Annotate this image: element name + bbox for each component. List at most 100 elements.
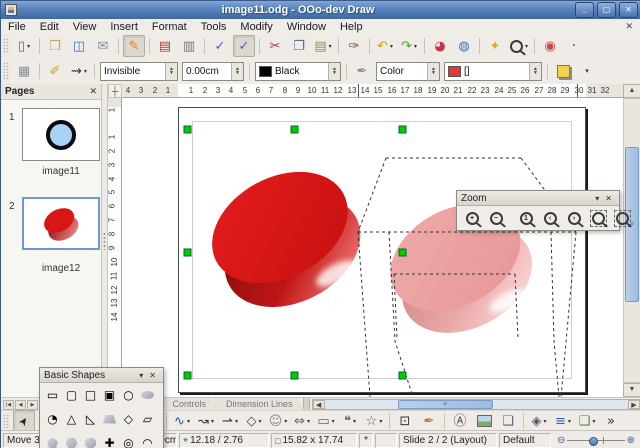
points-button[interactable]: ⊡: [394, 410, 416, 432]
minimize-button[interactable]: _: [575, 2, 594, 18]
status-style-field[interactable]: Default: [499, 433, 551, 448]
undo-button[interactable]: ↶▾: [374, 35, 396, 57]
drawbar-overflow-button[interactable]: »: [600, 410, 622, 432]
horizontal-scrollbar[interactable]: ◀ ≡ ▶: [312, 399, 640, 410]
symbol-shapes-button[interactable]: ☺▾: [267, 410, 289, 432]
page-nav-button[interactable]: |◀: [3, 400, 14, 410]
shape-ellipse[interactable]: [138, 384, 157, 406]
spinner-icon[interactable]: ▲▼: [427, 63, 439, 80]
zoom-out-button[interactable]: −: [485, 207, 507, 229]
shape-block-arc[interactable]: ◠: [138, 432, 157, 448]
zoom-slider-thumb[interactable]: [589, 437, 598, 446]
dropdown-arrow-icon[interactable]: ▾: [592, 418, 595, 425]
zoom-slider[interactable]: ⊖ ⊕: [555, 436, 637, 446]
line-button[interactable]: ✐: [44, 60, 66, 82]
copy-button[interactable]: ❐: [288, 35, 310, 57]
toolbar-grip[interactable]: [3, 414, 10, 428]
dropdown-arrow-icon[interactable]: ▾: [332, 418, 335, 425]
zoom-in-icon[interactable]: ⊕: [625, 436, 637, 446]
styles-formatting-button[interactable]: ▦: [13, 60, 35, 82]
shape-hexagon[interactable]: [62, 432, 81, 448]
page-nav-button[interactable]: ◀: [15, 400, 26, 410]
shape-ring[interactable]: ◎: [119, 432, 138, 448]
menu-tools[interactable]: Tools: [194, 21, 234, 33]
vertical-ruler[interactable]: 11234567891011121314: [108, 98, 122, 397]
curve-button[interactable]: ∿▾: [171, 410, 193, 432]
dropdown-arrow-icon[interactable]: ▾: [379, 418, 382, 425]
edit-file-button[interactable]: ✎: [123, 35, 145, 57]
fontwork-button[interactable]: Ⓐ: [449, 410, 471, 432]
spinner-icon[interactable]: ▲▼: [165, 63, 177, 80]
insert-picture-button[interactable]: [473, 410, 495, 432]
block-arrows-button[interactable]: ⇔▾: [291, 410, 313, 432]
zoom-page-button[interactable]: [587, 207, 609, 229]
vertical-scrollbar[interactable]: ≡: [623, 98, 640, 383]
menu-modify[interactable]: Modify: [233, 21, 279, 33]
page-thumbnail-1[interactable]: [22, 108, 100, 161]
shape-circle[interactable]: ○: [119, 384, 138, 406]
dropdown-arrow-icon[interactable]: ▾: [211, 418, 214, 425]
zoom-100-button[interactable]: 1: [515, 207, 537, 229]
horizontal-scrollbar-thumb[interactable]: ≡: [398, 400, 493, 409]
menu-edit[interactable]: Edit: [33, 21, 66, 33]
shape-cross[interactable]: ✚: [100, 432, 119, 448]
palette-close-icon[interactable]: ✕: [602, 194, 615, 203]
zoom-in-button[interactable]: +: [461, 207, 483, 229]
zoom-page-width-button[interactable]: [611, 207, 633, 229]
dropdown-arrow-icon[interactable]: ▾: [307, 418, 310, 425]
page-item-1[interactable]: 1 image11: [1, 108, 102, 208]
dropdown-arrow-icon[interactable]: ▾: [543, 418, 546, 425]
connector-button[interactable]: ↝▾: [195, 410, 217, 432]
palette-menu-icon[interactable]: ▾: [136, 371, 146, 380]
page-item-2[interactable]: 2 image12: [1, 197, 102, 297]
horizontal-ruler[interactable]: 4321123456789101112131415161718192021222…: [122, 84, 623, 98]
print-button[interactable]: ▥: [178, 35, 200, 57]
dropdown-arrow-icon[interactable]: ▾: [284, 418, 287, 425]
lines-arrows-button[interactable]: ⇀▾: [219, 410, 241, 432]
dropdown-arrow-icon[interactable]: ▾: [27, 43, 30, 50]
area-button[interactable]: ✒: [351, 60, 373, 82]
line-width-input[interactable]: 0.00cm ▲▼: [182, 62, 244, 81]
menu-insert[interactable]: Insert: [103, 21, 145, 33]
shape-rounded-rectangle[interactable]: ▢: [62, 384, 81, 406]
status-slide-field[interactable]: Slide 2 / 2 (Layout): [399, 433, 497, 448]
zoom-slider-track[interactable]: [567, 440, 624, 441]
toolbar-overflow-button[interactable]: ▾: [576, 60, 598, 82]
dropdown-arrow-icon[interactable]: ▾: [568, 418, 571, 425]
save-button[interactable]: ◫: [68, 35, 90, 57]
splitter-grip[interactable]: [103, 232, 106, 250]
toolbar-overflow-button[interactable]: ·: [563, 35, 585, 57]
menu-file[interactable]: File: [1, 21, 33, 33]
zoom-next-button[interactable]: ›: [563, 207, 585, 229]
shape-rectangle[interactable]: ▭: [43, 384, 62, 406]
shape-diamond[interactable]: ◇: [119, 408, 138, 430]
scroll-left-button[interactable]: ◀: [313, 400, 325, 409]
fill-color-select[interactable]: [] ▲▼: [444, 62, 542, 81]
toolbar-grip[interactable]: [3, 38, 10, 55]
dropdown-arrow-icon[interactable]: ▾: [187, 418, 190, 425]
pages-panel-close-icon[interactable]: ✕: [89, 86, 97, 97]
export-pdf-button[interactable]: ▤: [154, 35, 176, 57]
shape-circle-pie[interactable]: ◔: [43, 408, 62, 430]
close-document-icon[interactable]: ✕: [617, 21, 640, 32]
dropdown-arrow-icon[interactable]: ▾: [235, 418, 238, 425]
dropdown-arrow-icon[interactable]: ▾: [525, 43, 528, 50]
alignment-button[interactable]: ≡▾: [552, 410, 574, 432]
palette-close-icon[interactable]: ✕: [146, 371, 159, 380]
autospellcheck-button[interactable]: ✓: [233, 35, 255, 57]
shape-right-triangle[interactable]: ◺: [81, 408, 100, 430]
stars-button[interactable]: ☆▾: [363, 410, 385, 432]
line-style-select[interactable]: Invisible ▲▼: [100, 62, 178, 81]
page-thumbnail-2[interactable]: [22, 197, 100, 250]
maximize-button[interactable]: ▢: [597, 2, 616, 18]
dropdown-arrow-icon[interactable]: ▾: [353, 418, 356, 425]
palette-menu-icon[interactable]: ▾: [592, 194, 602, 203]
page-nav-button[interactable]: ▶: [27, 400, 38, 410]
dropdown-arrow-icon[interactable]: ▾: [258, 418, 261, 425]
format-paintbrush-button[interactable]: ✑: [343, 35, 365, 57]
threed-objects-button[interactable]: ◈▾: [528, 410, 550, 432]
menu-help[interactable]: Help: [333, 21, 370, 33]
spinner-icon[interactable]: ▲▼: [231, 63, 243, 80]
area-style-select[interactable]: Color ▲▼: [376, 62, 440, 81]
zoom-out-icon[interactable]: ⊖: [555, 436, 567, 446]
